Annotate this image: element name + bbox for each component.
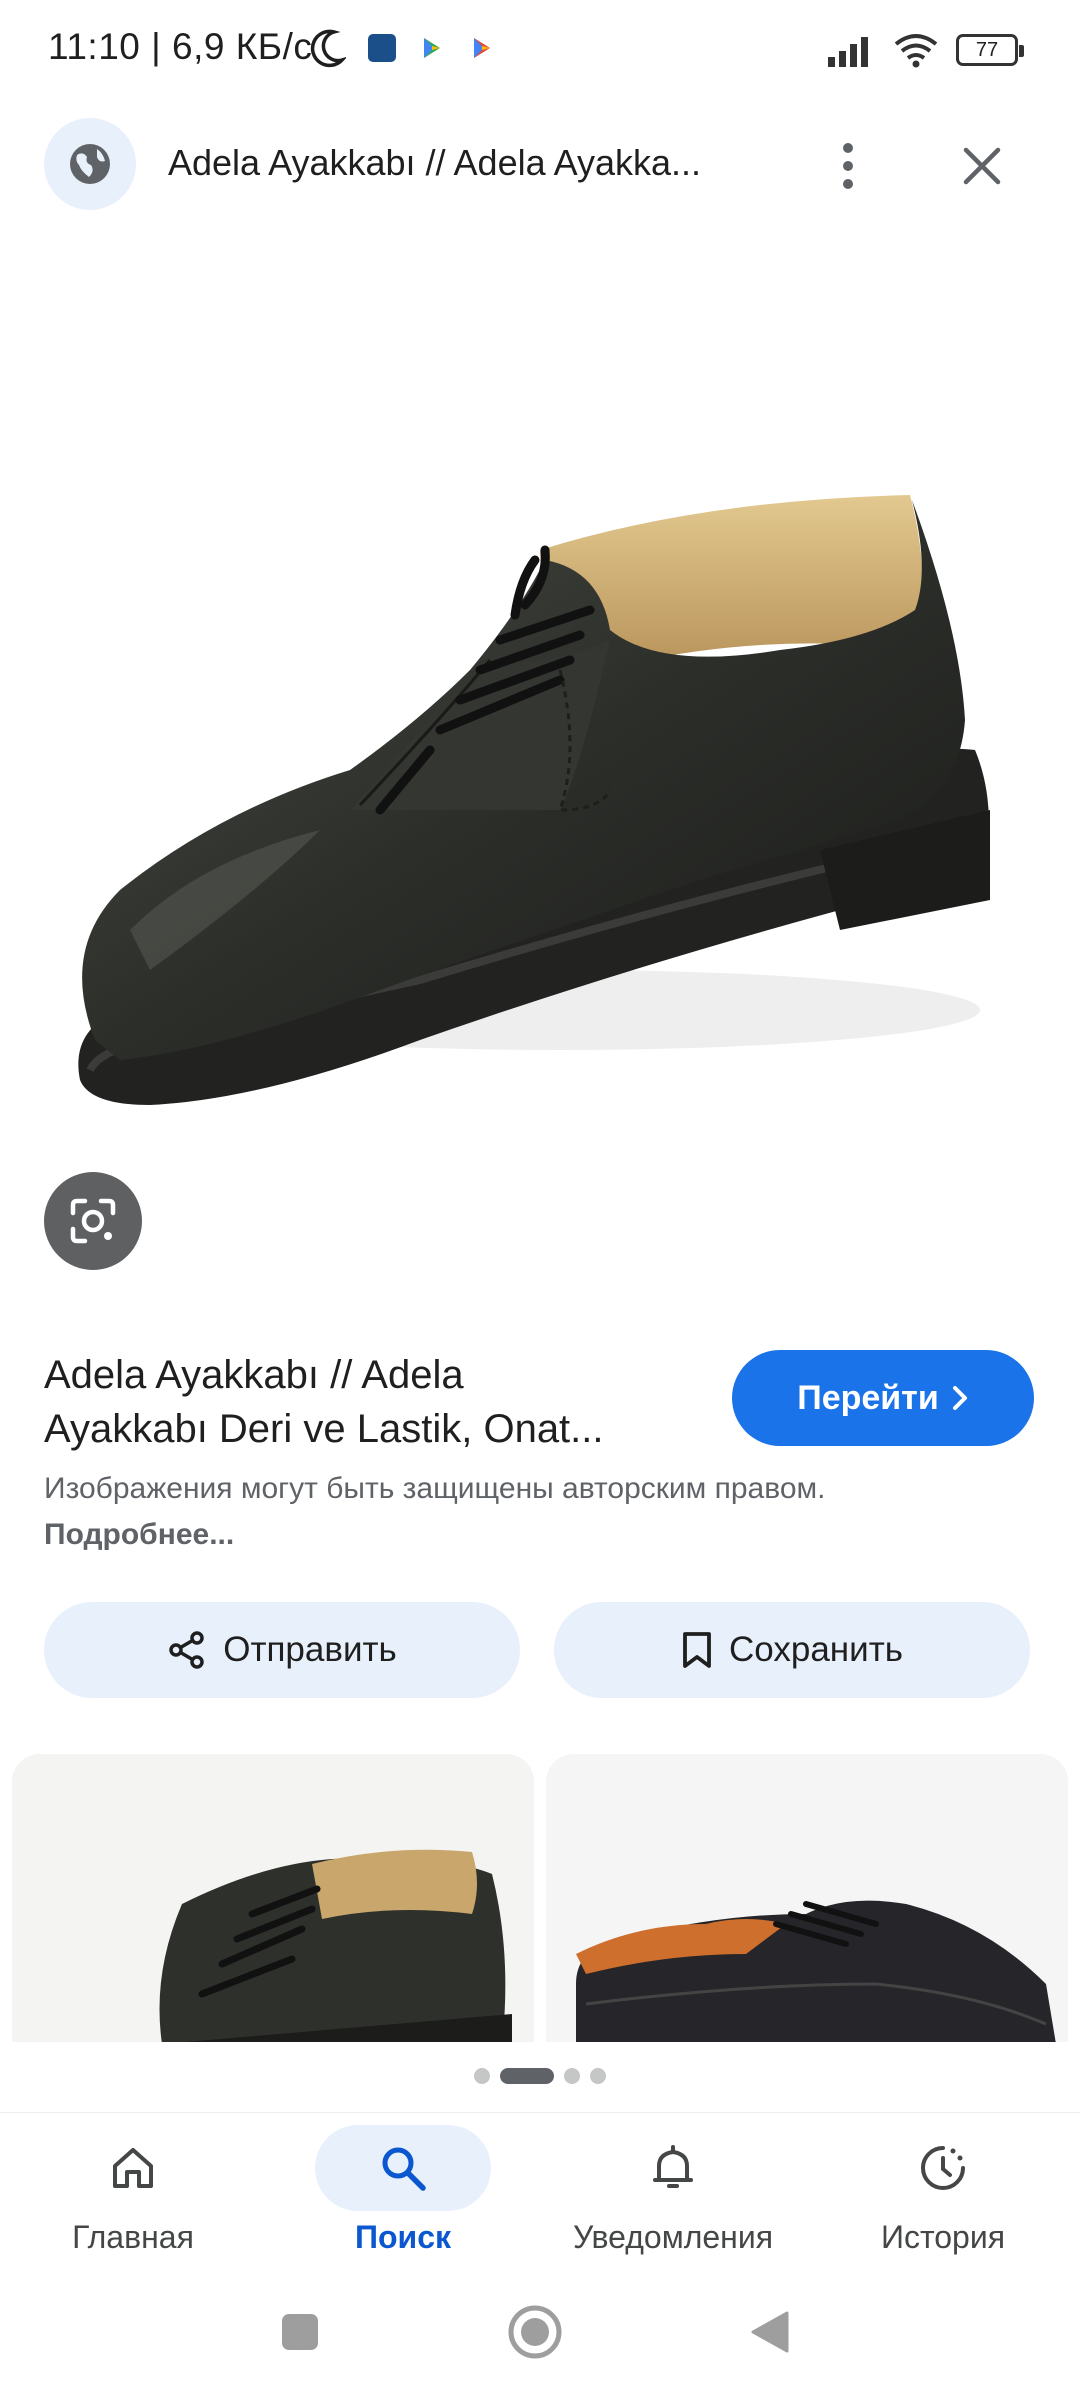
nav-notifications[interactable]: Уведомления (558, 2125, 788, 2265)
nav-search-label: Поиск (354, 2219, 452, 2255)
copyright-notice: Изображения могут быть защищены авторски… (44, 1466, 1004, 1558)
nav-notifications-label: Уведомления (572, 2219, 774, 2255)
related-result-card-1[interactable] (12, 1754, 534, 2042)
visit-button[interactable]: Перейти (732, 1350, 1034, 1446)
nav-notifications-icon-wrap (585, 2125, 761, 2211)
related-shoe-image-2 (546, 1754, 1068, 2042)
battery-indicator: 77 (956, 34, 1024, 66)
copyright-text: Изображения могут быть защищены авторски… (44, 1472, 826, 1505)
wifi-icon (894, 34, 938, 68)
share-icon (169, 1631, 204, 1669)
related-result-card-2[interactable] (546, 1754, 1068, 2042)
pager-dot[interactable] (474, 2068, 490, 2084)
nav-home[interactable]: Главная (18, 2125, 248, 2265)
square-icon (282, 2314, 318, 2350)
bottom-navigation: Главная Поиск Уведомления История (0, 2112, 1080, 2262)
lens-icon (70, 1198, 116, 1244)
more-info-link[interactable]: Подробнее... (44, 1518, 234, 1551)
shoe-illustration (78, 495, 990, 1105)
pager-dot-active[interactable] (500, 2068, 554, 2084)
site-info-button[interactable] (44, 118, 136, 210)
signal-icon (828, 37, 868, 67)
share-button-label: Отправить (223, 1630, 397, 1669)
top-bar: Adela Ayakkabı // Adela Ayakka... (0, 118, 1080, 212)
chevron-right-icon (952, 1386, 967, 1410)
share-button[interactable]: Отправить (44, 1602, 520, 1698)
carousel-pager (0, 2064, 1080, 2088)
play-store-icon-2 (474, 38, 490, 58)
google-lens-button[interactable] (44, 1172, 142, 1270)
result-title[interactable]: Adela Ayakkabı // Adela Ayakkabı Deri ve… (44, 1348, 694, 1456)
page-title: Adela Ayakkabı // Adela Ayakka... (168, 142, 702, 183)
status-bar: 11:10 | 6,9 КБ/с 77 (0, 0, 1080, 104)
close-button[interactable] (952, 136, 1012, 196)
history-icon (921, 2146, 965, 2190)
nav-search-icon-wrap (315, 2125, 491, 2211)
save-button-label: Сохранить (729, 1630, 903, 1669)
recent-apps-button[interactable] (270, 2302, 330, 2362)
result-title-line-1: Adela Ayakkabı // Adela (44, 1353, 464, 1397)
nav-search[interactable]: Поиск (288, 2125, 518, 2265)
status-time: 11:10 | 6,9 КБ/с (48, 26, 313, 67)
back-triangle-icon (751, 2311, 789, 2353)
bookmark-icon (683, 1632, 711, 1668)
back-button[interactable] (740, 2302, 800, 2362)
app-notification-icon (368, 34, 396, 62)
circle-icon (508, 2305, 562, 2359)
related-results (0, 1754, 1080, 2042)
more-vert-icon (843, 143, 853, 189)
nav-history-label: История (880, 2219, 1006, 2255)
do-not-disturb-icon (310, 29, 346, 68)
main-shoe-image[interactable] (0, 250, 1080, 1250)
globe-icon (70, 144, 110, 184)
home-icon (113, 2148, 153, 2188)
nav-history[interactable]: История (828, 2125, 1058, 2265)
nav-home-label: Главная (72, 2219, 194, 2255)
result-title-line-2: Ayakkabı Deri ve Lastik, Onat... (44, 1407, 604, 1451)
system-navigation-bar (0, 2280, 1080, 2380)
close-icon (963, 147, 1001, 185)
nav-home-icon-wrap (45, 2125, 221, 2211)
more-options-button[interactable] (820, 136, 876, 196)
nav-history-icon-wrap (855, 2125, 1031, 2211)
play-store-icon (424, 38, 440, 58)
related-shoe-image-1 (12, 1754, 534, 2042)
home-button[interactable] (505, 2302, 565, 2362)
pager-dot[interactable] (564, 2068, 580, 2084)
save-button[interactable]: Сохранить (554, 1602, 1030, 1698)
battery-level: 77 (975, 38, 999, 61)
bell-icon (653, 2145, 693, 2188)
search-icon (382, 2147, 426, 2191)
pager-dot[interactable] (590, 2068, 606, 2084)
visit-button-label: Перейти (797, 1378, 939, 1417)
